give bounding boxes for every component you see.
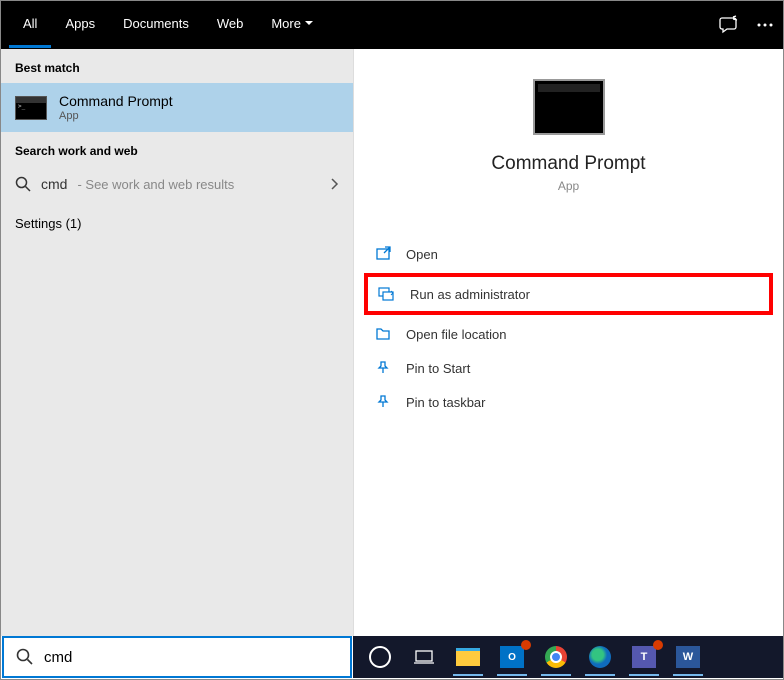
action-pin-to-taskbar[interactable]: Pin to taskbar [364, 385, 773, 419]
preview-title: Command Prompt [491, 153, 645, 175]
action-label: Pin to Start [406, 361, 470, 376]
folder-icon [374, 325, 392, 343]
notification-badge [653, 640, 663, 650]
tab-all[interactable]: All [9, 2, 51, 48]
taskbar-outlook[interactable]: O [491, 638, 533, 676]
taskbar-word[interactable]: W [667, 638, 709, 676]
tab-more[interactable]: More [257, 2, 327, 48]
chrome-icon [545, 646, 567, 668]
web-hint-text: - See work and web results [77, 177, 234, 192]
action-pin-to-start[interactable]: Pin to Start [364, 351, 773, 385]
notification-badge [521, 640, 531, 650]
file-explorer-icon [456, 648, 480, 666]
tab-apps[interactable]: Apps [51, 2, 109, 48]
taskbar-file-explorer[interactable] [447, 638, 489, 676]
best-match-header: Best match [1, 49, 353, 83]
task-view-icon [414, 649, 434, 665]
command-prompt-icon [15, 96, 47, 120]
edge-icon [589, 646, 611, 668]
teams-icon: T [632, 646, 656, 668]
search-icon [16, 648, 34, 666]
outlook-icon: O [500, 646, 524, 668]
action-label: Run as administrator [410, 287, 530, 302]
action-open[interactable]: Open [364, 237, 773, 271]
actions-list: Open Run as administrator Open file loca… [354, 237, 783, 419]
taskbar-task-view[interactable] [403, 638, 445, 676]
taskbar-edge[interactable] [579, 638, 621, 676]
search-filter-tabs: All Apps Documents Web More [1, 1, 783, 49]
best-match-result[interactable]: Command Prompt App [1, 83, 353, 132]
open-icon [374, 245, 392, 263]
result-subtitle: App [59, 110, 173, 122]
web-query-text: cmd [41, 176, 67, 192]
search-bar[interactable] [2, 636, 352, 678]
action-label: Open [406, 247, 438, 262]
word-icon: W [676, 646, 700, 668]
action-run-as-administrator[interactable]: Run as administrator [364, 273, 773, 315]
search-web-header: Search work and web [1, 132, 353, 166]
preview-panel: Command Prompt App Open Run as administr… [353, 49, 783, 636]
feedback-icon[interactable] [719, 15, 739, 35]
tab-documents[interactable]: Documents [109, 2, 203, 48]
chevron-down-icon [305, 21, 313, 26]
action-open-file-location[interactable]: Open file location [364, 317, 773, 351]
settings-section[interactable]: Settings (1) [1, 202, 353, 245]
taskbar: O T W [353, 636, 783, 678]
cortana-icon [369, 646, 391, 668]
action-label: Pin to taskbar [406, 395, 486, 410]
chevron-right-icon [331, 178, 339, 190]
admin-icon [378, 285, 396, 303]
search-input[interactable] [44, 649, 338, 666]
taskbar-teams[interactable]: T [623, 638, 665, 676]
taskbar-cortana[interactable] [359, 638, 401, 676]
pin-icon [374, 359, 392, 377]
action-label: Open file location [406, 327, 506, 342]
tab-web[interactable]: Web [203, 2, 258, 48]
search-icon [15, 176, 31, 192]
pin-icon [374, 393, 392, 411]
preview-subtitle: App [558, 179, 579, 193]
results-panel: Best match Command Prompt App Search wor… [1, 49, 353, 636]
result-title: Command Prompt [59, 93, 173, 109]
more-options-icon[interactable] [757, 23, 773, 27]
taskbar-chrome[interactable] [535, 638, 577, 676]
command-prompt-icon [533, 79, 605, 135]
web-search-result[interactable]: cmd - See work and web results [1, 166, 353, 202]
